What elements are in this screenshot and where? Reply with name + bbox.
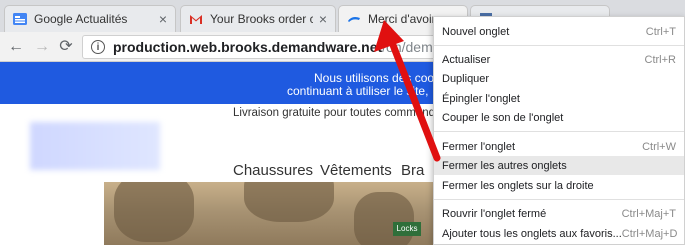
street-sign: Locks (393, 222, 421, 236)
reload-icon[interactable]: ⟳ (56, 37, 76, 57)
nav-link-chaussures[interactable]: Chaussures (233, 162, 313, 179)
menu-item-mute-tab[interactable]: Couper le son de l'onglet (434, 108, 684, 127)
brooks-logo-icon (348, 17, 360, 22)
cookie-text-line2: continuant à utiliser le site, (287, 84, 429, 98)
menu-separator (434, 45, 684, 46)
menu-item-shortcut: Ctrl+R (644, 53, 676, 66)
menu-item-close-other-tabs[interactable]: Fermer les autres onglets (434, 156, 684, 175)
back-arrow-icon[interactable]: ← (6, 37, 26, 57)
menu-item-duplicate[interactable]: Dupliquer (434, 69, 684, 88)
menu-item-bookmark-all-tabs[interactable]: Ajouter tous les onglets aux favoris... … (434, 224, 684, 243)
menu-separator (434, 131, 684, 132)
menu-item-close-tabs-right[interactable]: Fermer les onglets sur la droite (434, 176, 684, 195)
menu-item-reopen-closed-tab[interactable]: Rouvrir l'onglet fermé Ctrl+Maj+T (434, 204, 684, 223)
hero-image: Locks (104, 182, 434, 245)
menu-separator (434, 199, 684, 200)
free-shipping-promo: Livraison gratuite pour toutes commandes (233, 107, 448, 119)
menu-item-new-tab[interactable]: Nouvel onglet Ctrl+T (434, 22, 684, 41)
google-news-icon (13, 13, 27, 25)
info-icon[interactable]: i (91, 40, 105, 54)
nav-link-bra[interactable]: Bra (401, 162, 424, 179)
forward-arrow-icon[interactable]: → (32, 37, 52, 57)
menu-item-reload[interactable]: Actualiser Ctrl+R (434, 50, 684, 69)
menu-item-label: Actualiser (442, 53, 491, 66)
hero-tree-shape (354, 192, 414, 245)
menu-item-label: Ajouter tous les onglets aux favoris... (442, 227, 622, 240)
menu-item-label: Fermer l'onglet (442, 140, 516, 153)
menu-item-label: Couper le son de l'onglet (442, 111, 564, 124)
tab-google-actualites[interactable]: Google Actualités × (4, 5, 176, 32)
site-logo[interactable] (30, 122, 160, 170)
menu-item-label: Nouvel onglet (442, 25, 510, 38)
nav-link-vetements[interactable]: Vêtements (320, 162, 392, 179)
menu-item-pin-tab[interactable]: Épingler l'onglet (434, 89, 684, 108)
tab-label: Google Actualités (34, 12, 128, 26)
menu-item-close-tab[interactable]: Fermer l'onglet Ctrl+W (434, 137, 684, 156)
close-icon[interactable]: × (319, 12, 327, 26)
tab-context-menu: Nouvel onglet Ctrl+T Actualiser Ctrl+R D… (433, 16, 685, 245)
menu-item-label: Dupliquer (442, 72, 490, 85)
url-host: production.web.brooks.demandware.net (113, 39, 383, 55)
tab-brooks-order[interactable]: Your Brooks order confir × (180, 5, 336, 32)
menu-item-label: Fermer les autres onglets (442, 159, 567, 172)
cookie-text-line1: Nous utilisons des cooki (314, 71, 443, 85)
menu-item-label: Épingler l'onglet (442, 92, 520, 105)
menu-item-label: Fermer les onglets sur la droite (442, 179, 594, 192)
hero-tree-shape (244, 182, 334, 222)
tab-label: Your Brooks order confir (210, 12, 313, 26)
close-icon[interactable]: × (159, 12, 167, 26)
menu-item-label: Rouvrir l'onglet fermé (442, 207, 547, 220)
menu-item-shortcut: Ctrl+Maj+T (621, 207, 676, 220)
menu-item-shortcut: Ctrl+W (642, 140, 676, 153)
menu-item-shortcut: Ctrl+T (645, 25, 676, 38)
menu-item-shortcut: Ctrl+Maj+D (621, 227, 678, 240)
hero-tree-shape (114, 182, 194, 242)
gmail-icon (190, 15, 202, 24)
